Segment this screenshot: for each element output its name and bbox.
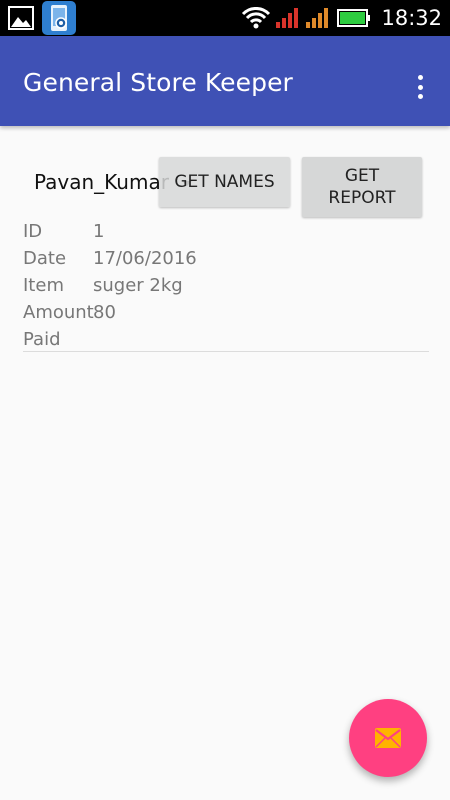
more-dot <box>417 75 423 80</box>
signal-orange-icon <box>306 8 329 28</box>
record-card: ID 1 Date 17/06/2016 Item suger 2kg Amou… <box>23 218 429 353</box>
id-value: 1 <box>93 221 105 242</box>
app-notification-icon <box>42 1 76 35</box>
name-spinner[interactable]: Pavan_Kumar <box>34 170 169 194</box>
more-dot <box>417 94 423 99</box>
status-bar: 18:32 <box>0 0 450 36</box>
status-icons: 18:32 <box>241 0 442 36</box>
record-row-id: ID 1 <box>23 218 429 245</box>
get-names-label: GET NAMES <box>174 172 275 192</box>
app-title: General Store Keeper <box>23 68 293 97</box>
record-row-amount: Amount 80 <box>23 299 429 326</box>
paid-label: Paid <box>23 329 61 350</box>
more-vert-icon[interactable] <box>408 72 432 102</box>
app-bar: General Store Keeper <box>0 36 450 126</box>
get-report-label-line1: GET <box>344 166 380 186</box>
record-row-paid: Paid <box>23 326 429 353</box>
item-label: Item <box>23 275 64 296</box>
amount-value: 80 <box>93 302 116 323</box>
record-divider <box>23 351 429 352</box>
mail-fab-button[interactable] <box>349 699 427 777</box>
item-value: suger 2kg <box>93 275 183 296</box>
gallery-icon <box>8 6 34 30</box>
id-label: ID <box>23 221 43 242</box>
clock: 18:32 <box>381 6 442 30</box>
amount-label: Amount <box>23 302 94 323</box>
get-names-button[interactable]: GET NAMES <box>159 157 290 207</box>
signal-red-icon <box>276 8 299 28</box>
wifi-icon <box>242 7 271 29</box>
date-label: Date <box>23 248 67 269</box>
battery-icon <box>337 9 371 27</box>
date-value: 17/06/2016 <box>93 248 197 269</box>
record-row-item: Item suger 2kg <box>23 272 429 299</box>
record-row-date: Date 17/06/2016 <box>23 245 429 272</box>
get-report-label-line2: REPORT <box>328 188 396 208</box>
get-report-button[interactable]: GET REPORT <box>302 157 422 217</box>
mail-icon <box>375 728 401 748</box>
more-dot <box>417 84 423 90</box>
